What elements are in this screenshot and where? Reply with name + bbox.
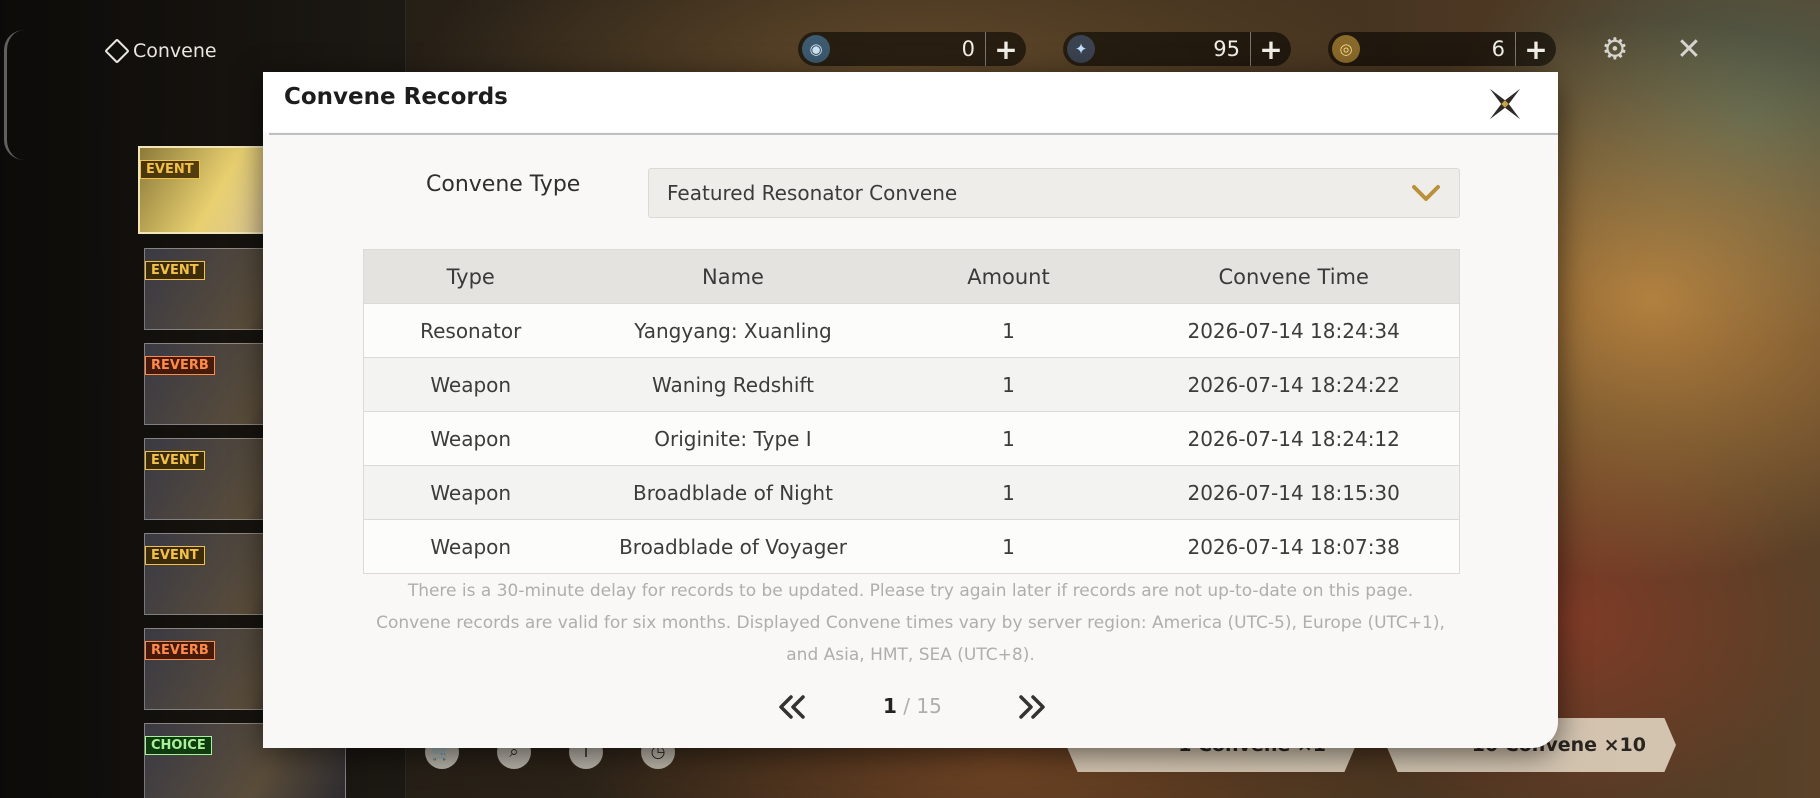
cell-name: Yangyang: Xuanling — [577, 303, 889, 358]
table-row: Resonator Yangyang: Xuanling 1 2026-07-1… — [363, 303, 1460, 358]
convene-title-label: Convene — [133, 40, 217, 62]
records-table: Type Name Amount Convene Time Resonator … — [363, 249, 1460, 574]
banner-tag: CHOICE — [145, 736, 212, 755]
settings-gear-icon[interactable]: ⚙ — [1596, 30, 1634, 68]
add-astrite-button[interactable]: + — [1250, 32, 1291, 66]
cell-time: 2026-07-14 18:24:22 — [1128, 357, 1460, 412]
close-icon — [1489, 88, 1521, 120]
lustrous-tide-icon: ◉ — [802, 35, 830, 63]
dialog-title: Convene Records — [284, 84, 508, 110]
column-header-convene-time: Convene Time — [1128, 249, 1460, 304]
total-pages: 15 — [916, 694, 942, 718]
currency-radiant-tide: ◎ 6 + — [1328, 32, 1556, 66]
convene-icon — [104, 38, 130, 64]
cell-name: Broadblade of Night — [577, 465, 889, 520]
records-notice: There is a 30-minute delay for records t… — [323, 575, 1498, 671]
header-divider — [269, 133, 1558, 135]
table-row: Weapon Broadblade of Night 1 2026-07-14 … — [363, 465, 1460, 520]
table-row: Weapon Waning Redshift 1 2026-07-14 18:2… — [363, 357, 1460, 412]
add-lustrous-tide-button[interactable]: + — [985, 32, 1026, 66]
cell-name: Broadblade of Voyager — [577, 519, 889, 574]
currency-amount: 0 — [961, 37, 975, 61]
cell-type: Weapon — [363, 465, 578, 520]
dialog-header: Convene Records — [263, 72, 1558, 132]
previous-page-button[interactable] — [775, 692, 809, 722]
add-radiant-tide-button[interactable]: + — [1515, 32, 1556, 66]
convene-type-dropdown[interactable]: Featured Resonator Convene — [648, 168, 1460, 218]
exit-icon[interactable]: ✕ — [1670, 30, 1708, 68]
cell-amount: 1 — [888, 465, 1129, 520]
next-page-button[interactable] — [1015, 692, 1049, 722]
currency-amount: 95 — [1213, 37, 1240, 61]
cell-time: 2026-07-14 18:24:12 — [1128, 411, 1460, 466]
chevron-down-icon — [1412, 185, 1440, 201]
banner-tag: EVENT — [145, 451, 205, 470]
notice-line: and Asia, HMT, SEA (UTC+8). — [786, 645, 1035, 665]
sidebar-arc-decoration — [4, 30, 27, 160]
convene-header: Convene — [104, 38, 217, 64]
cell-amount: 1 — [888, 303, 1129, 358]
banner-tag: REVERB — [145, 356, 215, 375]
radiant-tide-icon: ◎ — [1332, 35, 1360, 63]
page-separator: / — [896, 694, 917, 718]
currency-lustrous-tide: ◉ 0 + — [798, 32, 1026, 66]
convene-records-dialog: Convene Records Convene Type Featured Re… — [263, 72, 1558, 748]
cell-amount: 1 — [888, 357, 1129, 412]
banner-tag: EVENT — [140, 160, 200, 179]
currency-amount: 6 — [1491, 37, 1505, 61]
pagination: 1 / 15 — [263, 692, 1558, 722]
current-page: 1 — [883, 694, 897, 718]
cell-time: 2026-07-14 18:07:38 — [1128, 519, 1460, 574]
cell-name: Waning Redshift — [577, 357, 889, 412]
banner-tag: REVERB — [145, 641, 215, 660]
close-dialog-button[interactable] — [1485, 84, 1525, 124]
convene-type-value: Featured Resonator Convene — [667, 181, 958, 205]
cell-time: 2026-07-14 18:15:30 — [1128, 465, 1460, 520]
column-header-name: Name — [577, 249, 889, 304]
notice-line: Convene records are valid for six months… — [376, 613, 1445, 633]
table-row: Weapon Originite: Type I 1 2026-07-14 18… — [363, 411, 1460, 466]
cell-type: Weapon — [363, 519, 578, 574]
cell-type: Weapon — [363, 411, 578, 466]
page-indicator: 1 / 15 — [883, 694, 942, 718]
table-row: Weapon Broadblade of Voyager 1 2026-07-1… — [363, 519, 1460, 574]
convene-type-label: Convene Type — [426, 172, 581, 197]
astrite-icon: ✦ — [1067, 35, 1095, 63]
cell-type: Resonator — [363, 303, 578, 358]
banner-tag: EVENT — [145, 546, 205, 565]
column-header-amount: Amount — [888, 249, 1129, 304]
banner-tag: EVENT — [145, 261, 205, 280]
table-header-row: Type Name Amount Convene Time — [363, 249, 1460, 304]
convene-screen: Convene EVENT EVENT REVERB EVENT EVENT R… — [0, 0, 1820, 798]
cell-amount: 1 — [888, 411, 1129, 466]
cell-amount: 1 — [888, 519, 1129, 574]
cell-name: Originite: Type I — [577, 411, 889, 466]
cell-time: 2026-07-14 18:24:34 — [1128, 303, 1460, 358]
notice-line: There is a 30-minute delay for records t… — [407, 581, 1414, 601]
currency-astrite: ✦ 95 + — [1063, 32, 1291, 66]
column-header-type: Type — [363, 249, 578, 304]
cell-type: Weapon — [363, 357, 578, 412]
